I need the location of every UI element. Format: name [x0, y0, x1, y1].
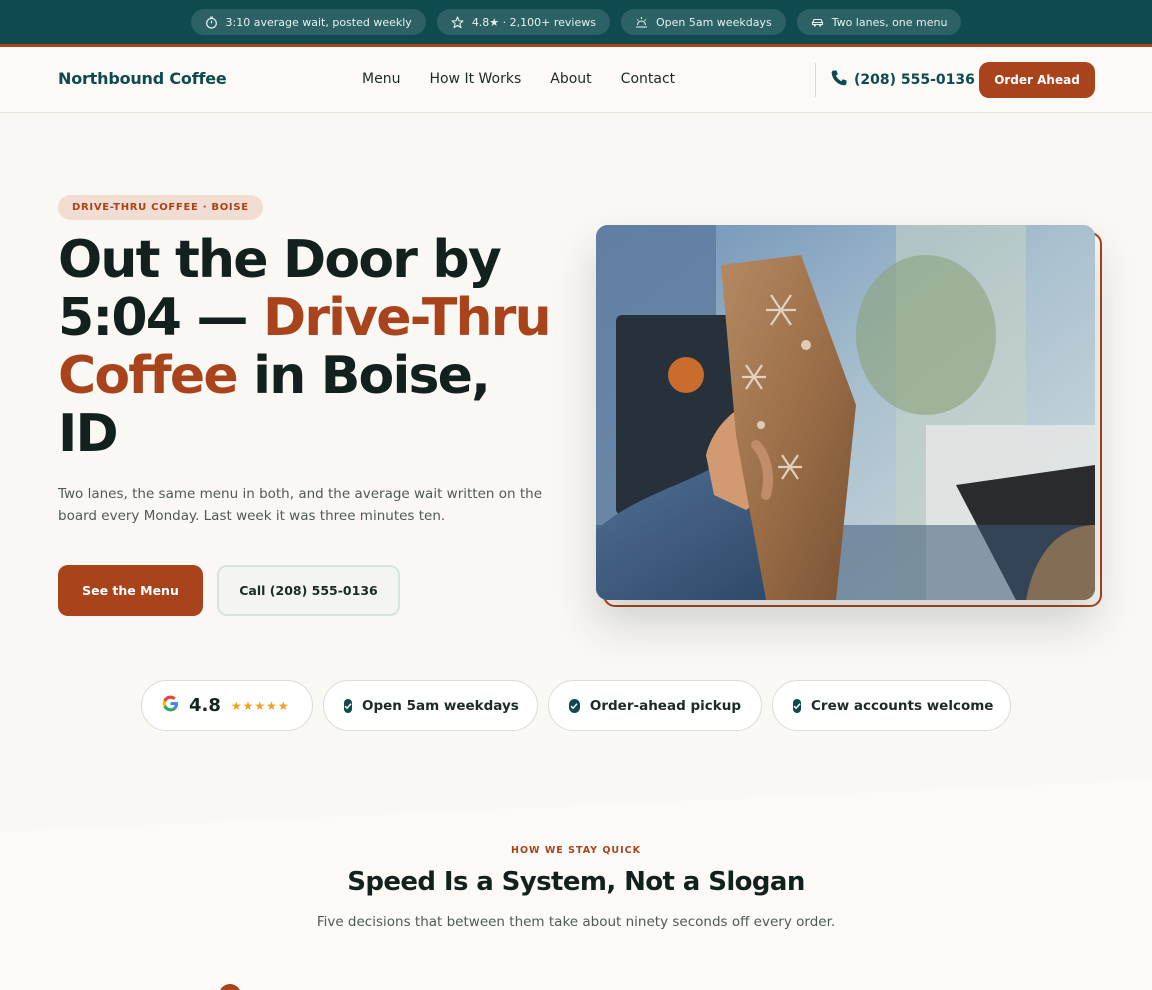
site-header: Northbound Coffee Menu How It Works Abou… [0, 47, 1152, 113]
sunrise-icon [635, 16, 648, 29]
rating-value: 4.8 [189, 695, 221, 716]
pill-text: 4.8★ · 2,100+ reviews [471, 15, 596, 29]
section-subtitle: Five decisions that between them take ab… [316, 914, 836, 930]
pill-reviews: 4.8★ · 2,100+ reviews [436, 9, 610, 35]
pill-text: Two lanes, one menu [831, 15, 948, 29]
google-rating-pill: 4.8 ★★★★★ [141, 680, 313, 731]
trust-order-ahead: Order-ahead pickup [548, 680, 762, 731]
hero-image [596, 225, 1095, 600]
trust-crew-accounts: Crew accounts welcome [772, 680, 1011, 731]
trust-label: Crew accounts welcome [811, 697, 994, 714]
phone-number: (208) 555-0136 [854, 72, 975, 88]
pill-text: Open 5am weekdays [655, 15, 772, 29]
hero-badge: DRIVE-THRU COFFEE · BOISE [58, 195, 263, 220]
pill-lanes: Two lanes, one menu [796, 9, 962, 35]
pill-average-wait: 3:10 average wait, posted weekly [190, 9, 426, 35]
nav-about[interactable]: About [550, 71, 591, 87]
section-title: Speed Is a System, Not a Slogan [347, 867, 805, 897]
section-eyebrow: HOW WE STAY QUICK [511, 845, 641, 856]
timer-icon [205, 16, 218, 29]
nav-contact[interactable]: Contact [621, 71, 675, 87]
header-phone-link[interactable]: (208) 555-0136 [830, 69, 975, 91]
check-icon [344, 698, 352, 713]
announcement-pills: 3:10 average wait, posted weekly 4.8★ · … [0, 9, 1152, 35]
nav-menu[interactable]: Menu [362, 71, 400, 87]
main-nav: Menu How It Works About Contact [362, 71, 675, 87]
hero-headline: Out the Door by 5:04 — Drive-Thru Coffee… [58, 231, 558, 463]
order-ahead-button[interactable]: Order Ahead [979, 62, 1095, 98]
nav-divider [815, 63, 816, 97]
nav-how-it-works[interactable]: How It Works [429, 71, 521, 87]
check-icon [793, 698, 801, 713]
google-icon [162, 695, 179, 716]
brand-logo[interactable]: Northbound Coffee [58, 69, 227, 88]
see-menu-button[interactable]: See the Menu [58, 565, 203, 616]
star-icon [451, 15, 464, 29]
car-icon [811, 16, 824, 29]
pill-open-hours: Open 5am weekdays [620, 9, 786, 35]
call-button[interactable]: Call (208) 555-0136 [217, 565, 400, 616]
check-icon [569, 698, 580, 713]
trust-open-hours: Open 5am weekdays [323, 680, 538, 731]
hero-subtitle: Two lanes, the same menu in both, and th… [58, 486, 543, 524]
pill-text: 3:10 average wait, posted weekly [225, 15, 412, 29]
trust-label: Order-ahead pickup [589, 697, 741, 714]
trust-label: Open 5am weekdays [362, 697, 519, 714]
phone-icon [830, 69, 848, 91]
rating-stars: ★★★★★ [230, 698, 290, 713]
